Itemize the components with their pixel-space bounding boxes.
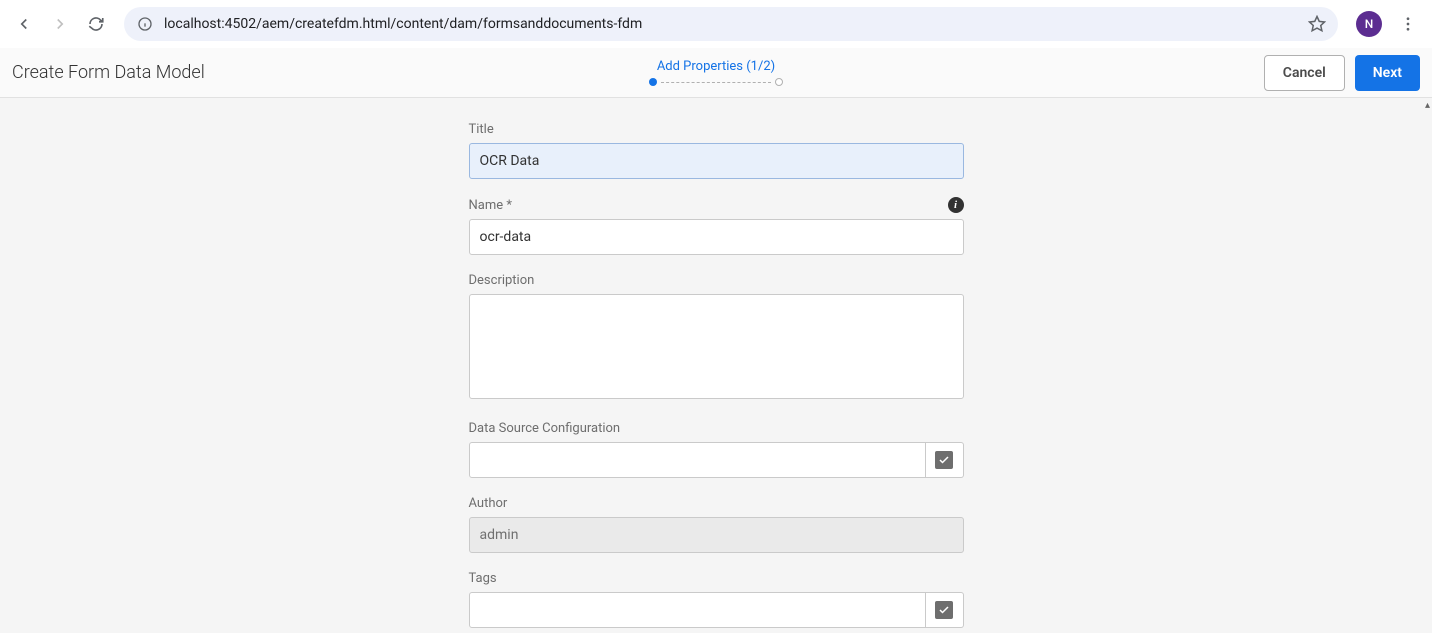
- datasource-input[interactable]: [469, 442, 926, 478]
- reload-button[interactable]: [80, 8, 112, 40]
- tags-label: Tags: [469, 571, 964, 586]
- datasource-picker-button[interactable]: [926, 442, 964, 478]
- back-button[interactable]: [8, 8, 40, 40]
- address-bar[interactable]: localhost:4502/aem/createfdm.html/conten…: [124, 7, 1338, 41]
- field-group-title: Title: [469, 122, 964, 179]
- step-progress-dots: [649, 78, 783, 86]
- browser-toolbar: localhost:4502/aem/createfdm.html/conten…: [0, 0, 1432, 48]
- field-group-name: Name * i: [469, 197, 964, 255]
- title-label: Title: [469, 122, 964, 137]
- content-area: ▴ Title Name * i Description Data Source…: [0, 98, 1432, 633]
- author-input: [469, 517, 964, 553]
- next-button[interactable]: Next: [1355, 55, 1420, 91]
- checkbox-icon: [935, 451, 953, 469]
- page-title: Create Form Data Model: [12, 62, 205, 83]
- url-text: localhost:4502/aem/createfdm.html/conten…: [164, 16, 1298, 32]
- checkbox-icon: [935, 601, 953, 619]
- datasource-label: Data Source Configuration: [469, 421, 964, 436]
- field-group-tags: Tags: [469, 571, 964, 628]
- step-dot-inactive: [775, 78, 783, 86]
- field-group-author: Author: [469, 496, 964, 553]
- forward-button[interactable]: [44, 8, 76, 40]
- tags-picker-button[interactable]: [926, 592, 964, 628]
- page-header: Create Form Data Model Add Properties (1…: [0, 48, 1432, 98]
- step-label: Add Properties (1/2): [649, 59, 783, 74]
- bookmark-star-icon[interactable]: [1308, 15, 1326, 33]
- name-label: Name *: [469, 198, 512, 213]
- title-input[interactable]: [469, 143, 964, 179]
- profile-avatar[interactable]: N: [1356, 11, 1382, 37]
- cancel-button[interactable]: Cancel: [1264, 55, 1345, 91]
- browser-menu-button[interactable]: [1392, 8, 1424, 40]
- form-container: Title Name * i Description Data Source C…: [469, 98, 964, 633]
- field-group-datasource: Data Source Configuration: [469, 421, 964, 478]
- scroll-up-indicator: ▴: [1425, 100, 1430, 111]
- wizard-step-indicator: Add Properties (1/2): [649, 59, 783, 86]
- description-textarea[interactable]: [469, 294, 964, 399]
- info-icon[interactable]: i: [948, 197, 964, 213]
- description-label: Description: [469, 273, 964, 288]
- step-dot-active: [649, 78, 657, 86]
- step-dash: [661, 82, 771, 83]
- field-group-description: Description: [469, 273, 964, 403]
- name-input[interactable]: [469, 219, 964, 255]
- header-actions: Cancel Next: [1264, 55, 1420, 91]
- tags-input[interactable]: [469, 592, 926, 628]
- author-label: Author: [469, 496, 964, 511]
- site-info-icon[interactable]: [136, 15, 154, 33]
